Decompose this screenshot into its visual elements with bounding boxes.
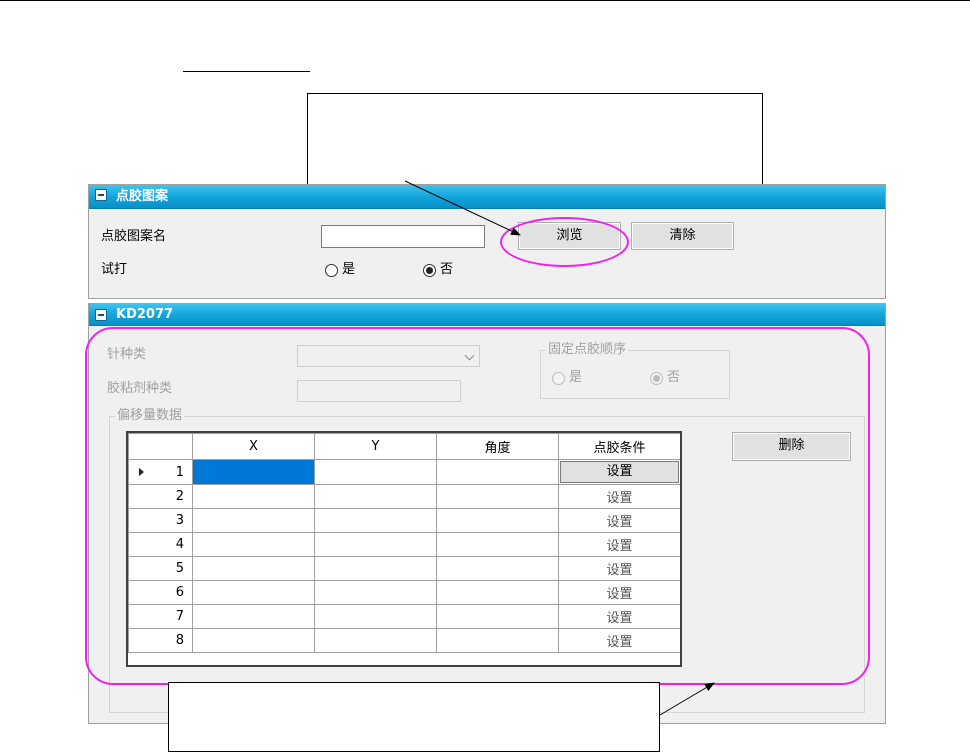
callout-arrows <box>404 180 715 716</box>
top-callout-arrow <box>404 180 521 236</box>
bottom-callout-arrow <box>659 682 715 716</box>
